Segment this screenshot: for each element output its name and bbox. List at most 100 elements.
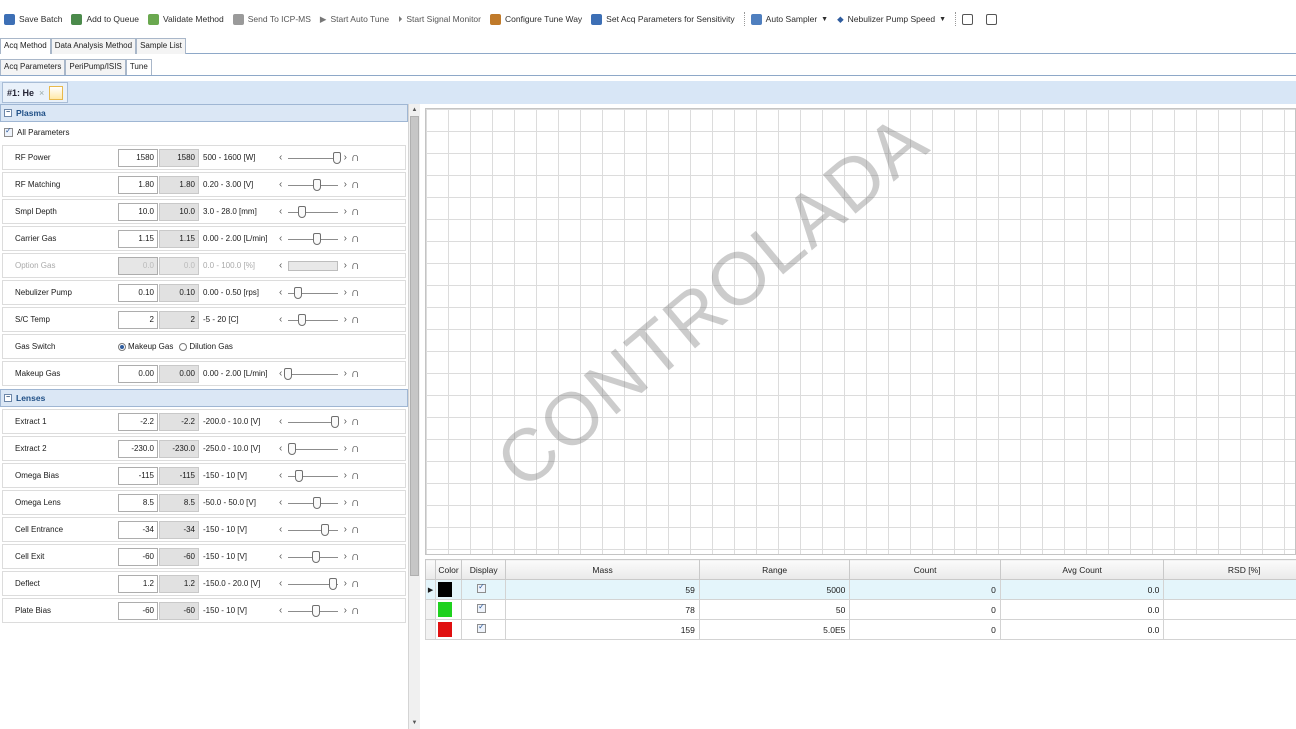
param-slider[interactable]: ‹ › <box>279 286 347 300</box>
increment-icon[interactable]: › <box>344 367 347 380</box>
scroll-down-icon[interactable]: ▼ <box>409 717 420 729</box>
collapse-icon[interactable]: − <box>4 394 12 402</box>
increment-icon[interactable]: › <box>344 415 347 428</box>
reset-icon[interactable]: ∩ <box>351 415 363 428</box>
param-value-input[interactable]: 1.80 <box>118 175 158 194</box>
add-to-queue-button[interactable]: Add to Queue <box>71 13 139 25</box>
display-checkbox-cell[interactable] <box>461 619 507 640</box>
collapse-icon[interactable]: − <box>4 109 12 117</box>
param-slider[interactable]: ‹ › <box>279 178 347 192</box>
param-slider[interactable]: ‹ › <box>279 577 347 591</box>
send-to-icpms-button[interactable]: Send To ICP-MS <box>232 13 311 25</box>
increment-icon[interactable]: › <box>344 577 347 590</box>
reset-icon[interactable]: ∩ <box>351 205 363 218</box>
increment-icon[interactable]: › <box>344 151 347 164</box>
decrement-icon[interactable]: ‹ <box>279 313 282 326</box>
display-checkbox[interactable] <box>477 622 487 633</box>
display-checkbox[interactable] <box>477 602 487 613</box>
display-checkbox-cell[interactable] <box>461 599 507 620</box>
param-value-input[interactable]: 0.0 <box>118 256 158 275</box>
param-value-input[interactable]: 1580 <box>118 148 158 167</box>
param-value-input[interactable]: 0.00 <box>118 364 158 383</box>
decrement-icon[interactable]: ‹ <box>279 259 282 272</box>
all-parameters-checkbox[interactable]: All Parameters <box>0 122 408 143</box>
slider-thumb[interactable] <box>332 151 341 164</box>
slider-thumb[interactable] <box>295 469 303 482</box>
param-value-input[interactable]: -115 <box>118 466 158 485</box>
slider-thumb[interactable] <box>298 313 306 326</box>
param-slider[interactable]: ‹ › <box>279 313 347 327</box>
reset-icon[interactable]: ∩ <box>351 178 363 191</box>
extra-tool-button[interactable] <box>962 13 977 25</box>
increment-icon[interactable]: › <box>344 604 347 617</box>
display-checkbox[interactable] <box>477 582 487 593</box>
plasma-section-header[interactable]: − Plasma <box>0 104 408 122</box>
set-acq-params-button[interactable]: Set Acq Parameters for Sensitivity <box>591 13 735 25</box>
increment-icon[interactable]: › <box>344 232 347 245</box>
checkbox-icon[interactable] <box>4 126 13 137</box>
color-swatch-cell[interactable] <box>435 619 463 640</box>
table-row[interactable]: 785000.00.0 <box>424 599 1296 620</box>
decrement-icon[interactable]: ‹ <box>279 496 282 509</box>
report-button[interactable] <box>986 13 1001 25</box>
param-value-input[interactable]: 2 <box>118 310 158 329</box>
decrement-icon[interactable]: ‹ <box>279 232 282 245</box>
nebulizer-pump-speed-dropdown[interactable]: ◆ Nebulizer Pump Speed ▼ <box>837 14 946 25</box>
reset-icon[interactable]: ∩ <box>351 523 363 536</box>
tune-mode-tab[interactable]: #1: He × <box>2 82 69 103</box>
tab-sample-list[interactable]: Sample List <box>136 38 186 54</box>
scrollbar-thumb[interactable] <box>410 116 419 576</box>
reset-icon[interactable]: ∩ <box>351 577 363 590</box>
validate-method-button[interactable]: Validate Method <box>147 13 224 25</box>
reset-icon[interactable]: ∩ <box>351 151 363 164</box>
range-cell[interactable]: 5000 <box>698 579 851 600</box>
decrement-icon[interactable]: ‹ <box>279 367 282 380</box>
param-value-input[interactable]: 0.10 <box>118 283 158 302</box>
save-batch-button[interactable]: Save Batch <box>4 13 62 25</box>
slider-thumb[interactable] <box>298 205 306 218</box>
reset-icon[interactable]: ∩ <box>351 469 363 482</box>
increment-icon[interactable]: › <box>344 442 347 455</box>
param-value-input[interactable]: 8.5 <box>118 493 158 512</box>
increment-icon[interactable]: › <box>344 259 347 272</box>
reset-icon[interactable]: ∩ <box>351 286 363 299</box>
increment-icon[interactable]: › <box>344 523 347 536</box>
parameter-scrollbar[interactable]: ▲ ▼ <box>408 104 420 729</box>
param-value-input[interactable]: 1.2 <box>118 574 158 593</box>
decrement-icon[interactable]: ‹ <box>279 577 282 590</box>
tab-tune[interactable]: Tune <box>125 59 152 75</box>
reset-icon[interactable]: ∩ <box>351 367 363 380</box>
range-cell[interactable]: 5.0E5 <box>698 619 851 640</box>
param-slider[interactable]: ‹ › <box>279 259 347 273</box>
param-value-input[interactable]: -230.0 <box>118 439 158 458</box>
close-icon[interactable]: × <box>39 88 44 98</box>
slider-thumb[interactable] <box>331 415 339 428</box>
param-slider[interactable]: ‹ › <box>279 151 347 165</box>
range-cell[interactable]: 50 <box>698 599 851 620</box>
decrement-icon[interactable]: ‹ <box>279 178 282 191</box>
increment-icon[interactable]: › <box>344 205 347 218</box>
slider-thumb[interactable] <box>313 496 321 509</box>
reset-icon[interactable]: ∩ <box>351 496 363 509</box>
param-slider[interactable]: ‹ › <box>279 442 347 456</box>
color-swatch-cell[interactable] <box>435 599 463 620</box>
increment-icon[interactable]: › <box>344 496 347 509</box>
param-value-input[interactable]: -60 <box>118 547 158 566</box>
slider-thumb[interactable] <box>312 550 320 563</box>
decrement-icon[interactable]: ‹ <box>279 205 282 218</box>
param-slider[interactable]: ‹ › <box>279 232 347 246</box>
decrement-icon[interactable]: ‹ <box>279 550 282 563</box>
start-signal-monitor-button[interactable]: ⏵ Start Signal Monitor <box>398 14 481 25</box>
auto-sampler-dropdown[interactable]: Auto Sampler ▼ <box>750 13 828 25</box>
decrement-icon[interactable]: ‹ <box>279 604 282 617</box>
decrement-icon[interactable]: ‹ <box>279 469 282 482</box>
tab-peripump-isis[interactable]: PeriPump/ISIS <box>65 59 126 75</box>
reset-icon[interactable]: ∩ <box>351 442 363 455</box>
slider-thumb[interactable] <box>312 232 321 245</box>
increment-icon[interactable]: › <box>344 469 347 482</box>
slider-thumb[interactable] <box>312 604 320 617</box>
table-row[interactable]: 1595.0E500.00.0 <box>424 619 1296 640</box>
param-value-input[interactable]: -34 <box>118 520 158 539</box>
param-slider[interactable]: ‹ › <box>279 604 347 618</box>
reset-icon[interactable]: ∩ <box>351 604 363 617</box>
